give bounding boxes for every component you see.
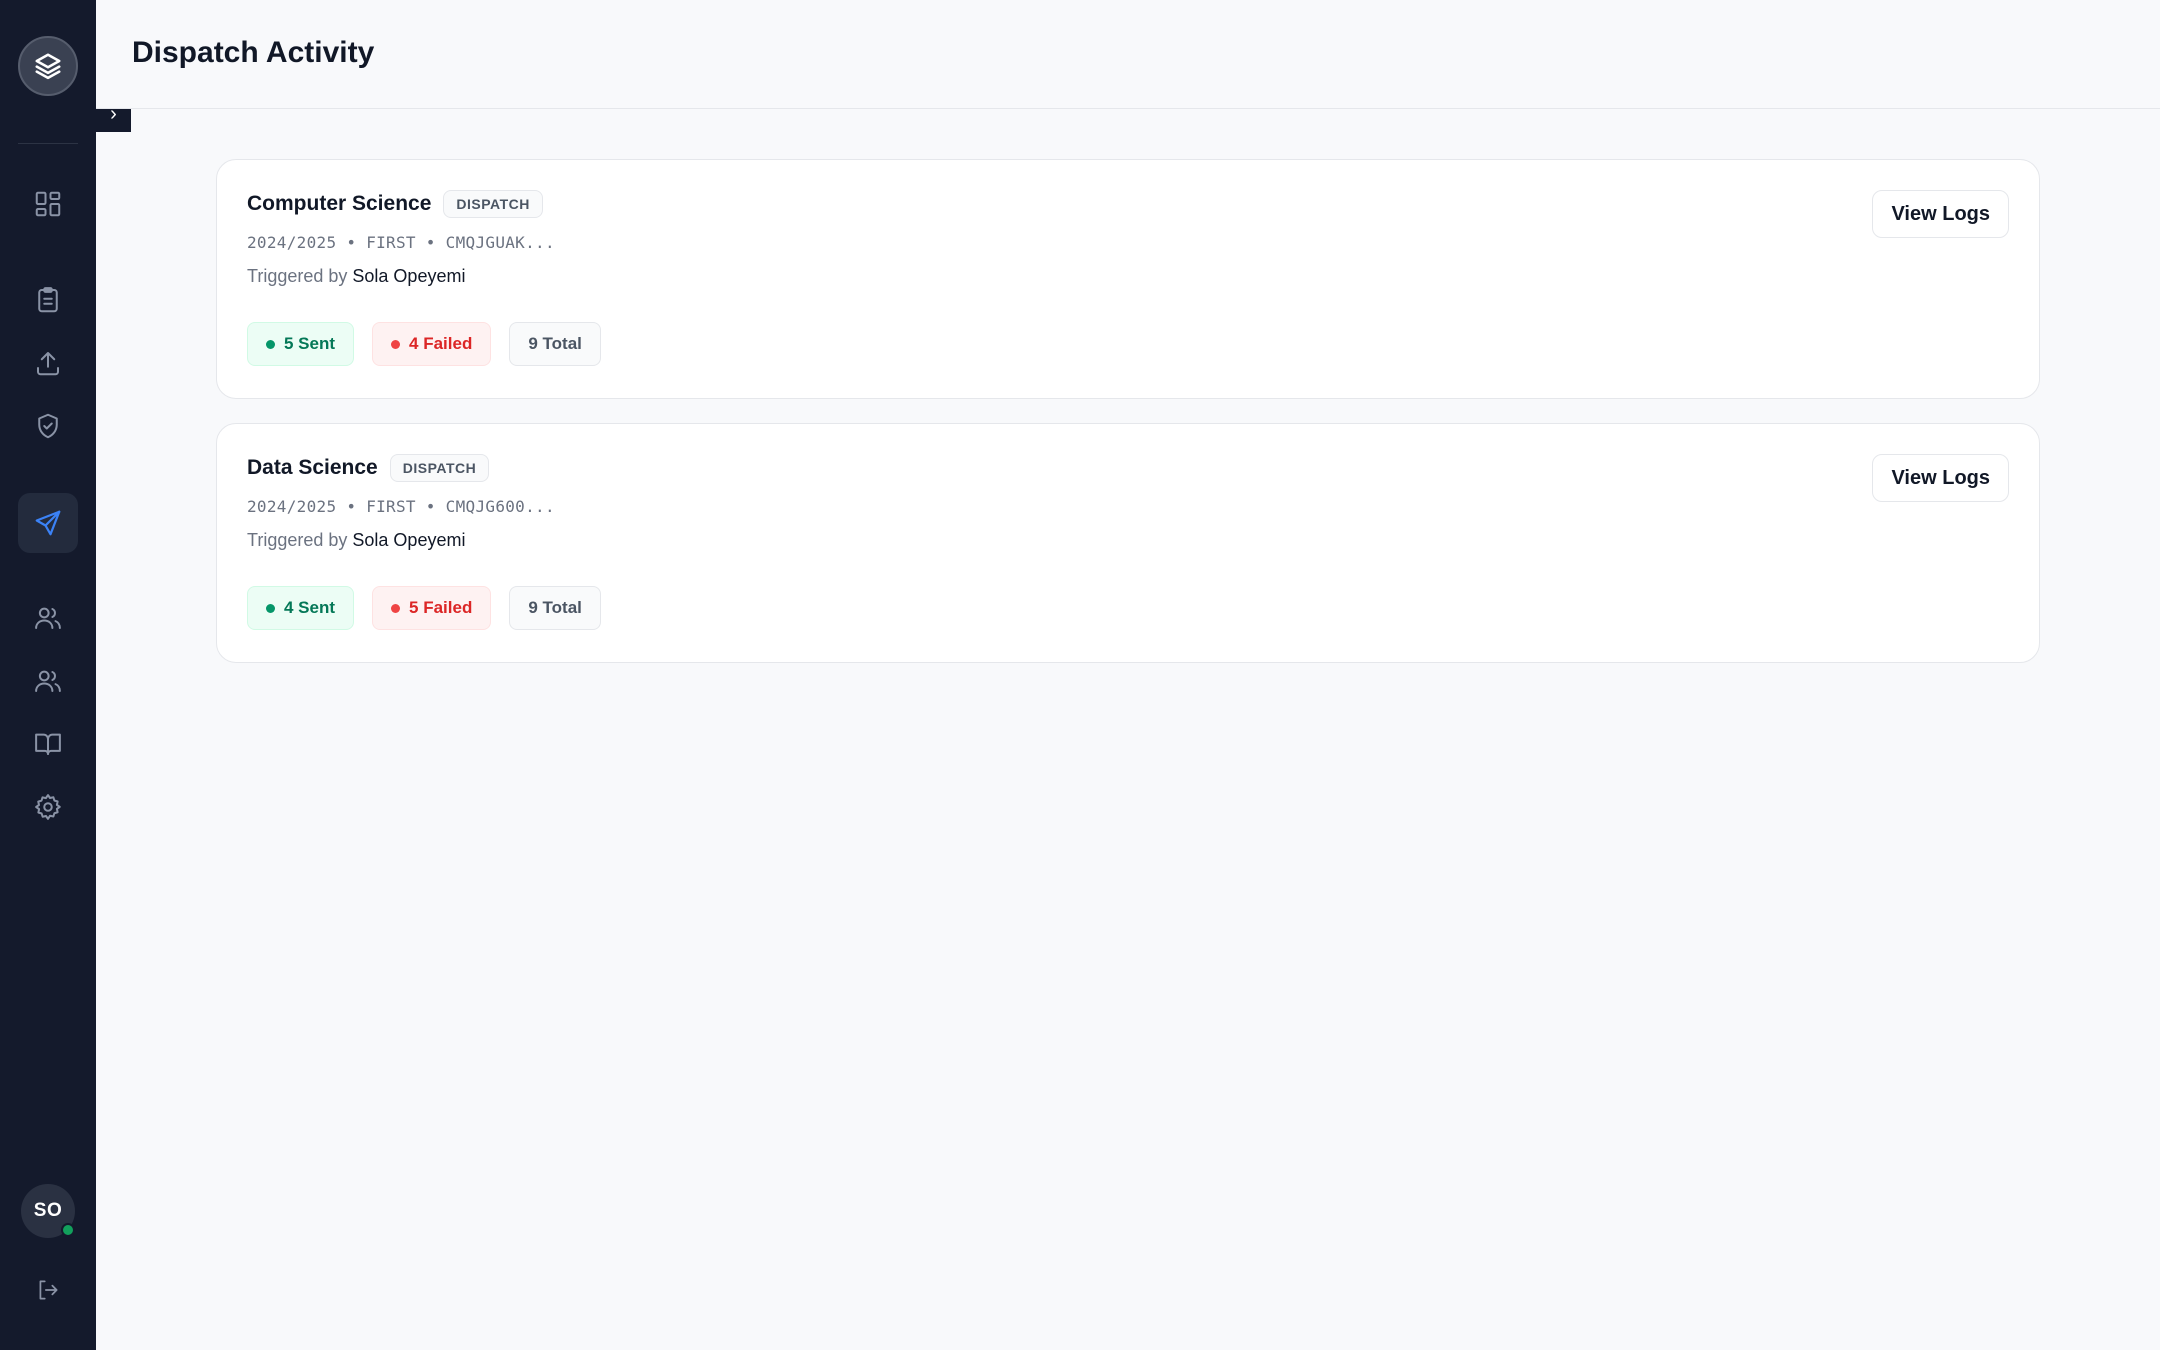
send-icon [35, 510, 61, 536]
sidebar-item-upload[interactable] [18, 333, 78, 393]
failed-count: 4 Failed [409, 334, 473, 353]
triggered-by-label: Triggered by [247, 266, 348, 286]
dispatch-meta: 2024/2025 • FIRST • CMQJG600... [247, 497, 555, 516]
gear-icon [35, 794, 61, 820]
users-icon [35, 607, 61, 629]
sidebar-item-results[interactable] [18, 270, 78, 330]
user-initials: SO [33, 1200, 63, 1221]
dispatch-title: Computer Science [247, 192, 432, 215]
dispatch-triggered-by: Triggered by Sola Opeyemi [247, 530, 465, 551]
view-logs-button[interactable]: View Logs [1872, 454, 2009, 502]
dispatch-triggered-by: Triggered by Sola Opeyemi [247, 266, 465, 287]
failed-count-chip: 4 Failed [372, 322, 492, 366]
total-count-chip: 9 Total [509, 322, 601, 366]
total-count-chip: 9 Total [509, 586, 601, 630]
sidebar-item-approvals[interactable] [18, 396, 78, 456]
logout-icon [39, 1280, 58, 1300]
upload-icon [37, 352, 59, 376]
grid-icon [35, 191, 61, 217]
sidebar-item-courses[interactable] [18, 714, 78, 774]
failed-status-dot [391, 603, 401, 613]
shield-check-icon [38, 413, 58, 439]
sidebar-item-dispatch[interactable] [18, 493, 78, 553]
card-title-row: Data Science DISPATCH [247, 454, 490, 482]
view-logs-button[interactable]: View Logs [1872, 190, 2009, 238]
dispatch-type-badge: DISPATCH [389, 454, 490, 482]
sent-count: 5 Sent [284, 334, 336, 353]
triggered-by-label: Triggered by [247, 530, 348, 550]
sent-count-chip: 5 Sent [247, 322, 355, 366]
triggered-by-user: Sola Opeyemi [352, 266, 466, 286]
page-title: Dispatch Activity [132, 36, 375, 69]
users-icon [35, 670, 61, 692]
app-logo[interactable] [18, 36, 78, 96]
failed-status-dot [391, 339, 401, 349]
dispatch-stats: 5 Sent 4 Failed 9 Total [247, 322, 601, 366]
card-title-row: Computer Science DISPATCH [247, 190, 543, 218]
page-header: Dispatch Activity [96, 0, 2160, 109]
dispatch-type-badge: DISPATCH [443, 190, 543, 218]
sidebar-item-settings[interactable] [18, 777, 78, 837]
online-status-dot [61, 1223, 75, 1237]
sidebar-item-dashboard[interactable] [18, 174, 78, 234]
book-icon [35, 733, 61, 755]
sent-count-chip: 4 Sent [247, 586, 355, 630]
failed-count-chip: 5 Failed [372, 586, 492, 630]
clipboard-icon [38, 287, 58, 313]
failed-count: 5 Failed [409, 598, 473, 617]
sidebar: SO [0, 0, 96, 1350]
dispatch-meta: 2024/2025 • FIRST • CMQJGUAK... [247, 233, 555, 252]
layers-icon [35, 53, 61, 80]
dispatch-stats: 4 Sent 5 Failed 9 Total [247, 586, 601, 630]
triggered-by-user: Sola Opeyemi [352, 530, 466, 550]
dispatch-card: Data Science DISPATCH 2024/2025 • FIRST … [216, 423, 2040, 663]
sidebar-divider [18, 143, 78, 144]
sidebar-item-students[interactable] [18, 588, 78, 648]
sidebar-item-staff[interactable] [18, 651, 78, 711]
dispatch-card: Computer Science DISPATCH 2024/2025 • FI… [216, 159, 2040, 399]
dispatch-title: Data Science [247, 456, 378, 479]
sent-status-dot [266, 339, 275, 349]
sent-count: 4 Sent [284, 598, 336, 617]
total-count: 9 Total [528, 598, 582, 617]
logout-button[interactable] [30, 1272, 66, 1308]
sent-status-dot [266, 603, 275, 613]
total-count: 9 Total [528, 334, 582, 353]
